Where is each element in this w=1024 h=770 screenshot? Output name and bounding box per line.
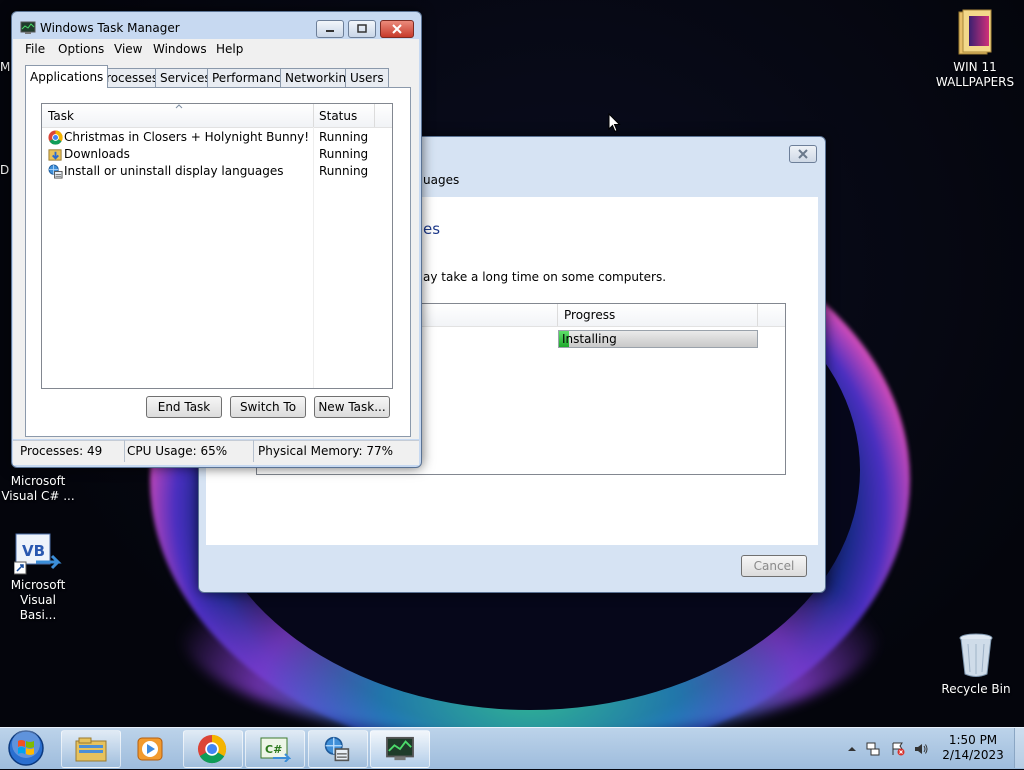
task-name: Christmas in Closers + Holynight Bunny! … — [64, 130, 310, 144]
task-manager-icon — [386, 736, 414, 761]
switch-to-button[interactable]: Switch To — [230, 396, 306, 418]
show-hidden-icons-icon[interactable] — [845, 742, 859, 756]
taskbar-task-manager-button[interactable] — [370, 730, 430, 768]
desktop-icon-label: Recycle Bin — [941, 682, 1011, 696]
installer-title: uages — [423, 173, 460, 187]
visual-basic-icon: VB — [14, 533, 62, 575]
sort-ascending-icon — [175, 104, 183, 109]
installer-close-button[interactable] — [789, 145, 817, 163]
language-install-icon — [48, 164, 63, 179]
windows-logo-icon — [8, 730, 44, 766]
desktop-icon-label: Microsoft Visual C# ... — [1, 474, 75, 503]
desktop-icon-label: WIN 11 WALLPAPERS — [935, 60, 1015, 89]
task-status: Running — [319, 164, 369, 178]
start-button[interactable] — [6, 729, 46, 767]
clock[interactable]: 1:50 PM 2/14/2023 — [935, 733, 1011, 763]
task-status: Running — [319, 147, 369, 161]
end-task-button[interactable]: End Task — [146, 396, 222, 418]
task-name: Install or uninstall display languages — [64, 164, 284, 178]
task-row[interactable]: Install or uninstall display languages R… — [42, 163, 392, 180]
cancel-button[interactable]: Cancel — [741, 555, 807, 577]
taskbar-chrome-button[interactable] — [183, 730, 243, 768]
language-install-icon — [324, 736, 350, 762]
chrome-icon — [48, 130, 63, 145]
network-icon[interactable] — [866, 742, 880, 756]
status-processes: Processes: 49 — [16, 440, 125, 462]
desktop-icon-wallpapers[interactable]: WIN 11 WALLPAPERS — [935, 4, 1015, 90]
tab-users[interactable]: Users — [345, 68, 389, 87]
new-task-button[interactable]: New Task... — [314, 396, 390, 418]
taskbar-explorer-button[interactable] — [61, 730, 121, 768]
task-manager-icon — [20, 21, 36, 34]
progress-bar: Installing — [558, 330, 758, 348]
minimize-icon — [326, 30, 334, 32]
task-row[interactable]: Downloads Running — [42, 146, 392, 163]
svg-text:C#: C# — [265, 743, 282, 756]
task-list: Task Status Christmas in Closers + Holyn… — [41, 103, 393, 389]
installer-heading: es — [423, 220, 441, 238]
task-list-header: Task Status — [42, 104, 392, 128]
action-center-icon[interactable] — [891, 742, 905, 756]
maximize-icon — [357, 24, 367, 33]
chrome-icon — [197, 734, 227, 764]
task-name: Downloads — [64, 147, 130, 161]
folder-icon — [958, 9, 992, 55]
show-desktop-button[interactable] — [1014, 728, 1024, 768]
task-row[interactable]: Christmas in Closers + Holynight Bunny! … — [42, 129, 392, 146]
menu-bar: File Options View Windows Help — [13, 39, 419, 59]
close-button[interactable] — [380, 20, 414, 38]
menu-view[interactable]: View — [114, 42, 142, 56]
desktop-icon-label: Microsoft Visual Basi... — [10, 578, 66, 622]
desktop-icon-recycle-bin[interactable]: Recycle Bin — [936, 630, 1016, 702]
menu-help[interactable]: Help — [216, 42, 243, 56]
column-status[interactable]: Status — [319, 109, 357, 123]
menu-file[interactable]: File — [25, 42, 45, 56]
column-task[interactable]: Task — [48, 109, 74, 123]
close-icon — [798, 149, 808, 159]
progress-header: Progress — [564, 308, 616, 322]
desktop-icon-visual-basic[interactable]: VB Microsoft Visual Basi... — [0, 530, 76, 622]
installer-description: ay take a long time on some computers. — [423, 270, 667, 284]
status-memory: Physical Memory: 77% — [258, 444, 394, 458]
status-cpu: CPU Usage: 65% — [123, 440, 254, 462]
minimize-button[interactable] — [316, 20, 344, 38]
visual-csharp-icon: C# — [260, 737, 291, 762]
volume-icon[interactable] — [914, 742, 928, 756]
task-manager-title: Windows Task Manager — [40, 21, 180, 35]
task-manager-window[interactable]: Windows Task Manager File Options View W… — [11, 11, 422, 468]
taskbar-media-player-button[interactable] — [122, 730, 182, 768]
clock-time: 1:50 PM — [948, 733, 998, 747]
folder-download-icon — [48, 149, 62, 161]
media-player-icon — [137, 737, 163, 761]
maximize-button[interactable] — [348, 20, 376, 38]
svg-text:VB: VB — [22, 542, 45, 560]
tab-applications[interactable]: Applications — [25, 65, 109, 88]
progress-status: Installing — [562, 332, 617, 346]
menu-options[interactable]: Options — [58, 42, 104, 56]
file-explorer-icon — [75, 737, 107, 762]
taskbar-visual-csharp-button[interactable]: C# — [245, 730, 305, 768]
mouse-cursor — [608, 113, 621, 133]
clock-date: 2/14/2023 — [942, 748, 1004, 762]
taskbar-language-installer-button[interactable] — [308, 730, 368, 768]
desktop-icon-visual-csharp[interactable]: Microsoft Visual C# ... — [0, 470, 76, 510]
task-status: Running — [319, 130, 369, 144]
recycle-bin-icon — [959, 633, 993, 677]
close-icon — [392, 24, 402, 34]
menu-windows[interactable]: Windows — [153, 42, 207, 56]
applications-panel: Task Status Christmas in Closers + Holyn… — [25, 87, 411, 437]
